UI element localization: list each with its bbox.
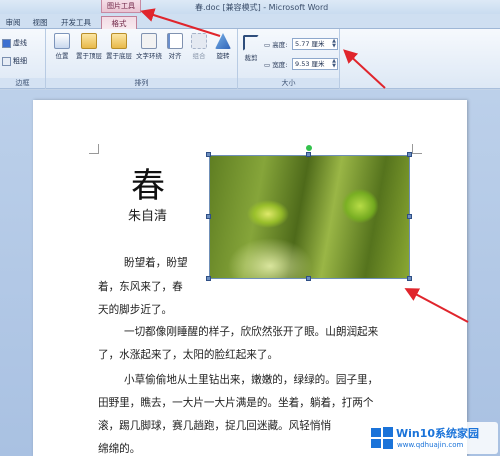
position-icon bbox=[54, 33, 70, 49]
margin-corner-mark bbox=[89, 144, 99, 154]
tab-format[interactable]: 格式 bbox=[101, 16, 137, 29]
resize-handle-nw[interactable] bbox=[206, 152, 211, 157]
picture-tools-label: 图片工具 bbox=[101, 0, 141, 13]
align-icon bbox=[167, 33, 183, 49]
watermark-brand: Win10系统家园 bbox=[396, 427, 480, 440]
position-button[interactable]: 位置 bbox=[50, 33, 74, 60]
selected-picture[interactable] bbox=[209, 155, 410, 279]
arrange-group: 位置 置于顶层 置于底层 文字环绕 对齐 组合 旋转 排列 bbox=[46, 29, 238, 89]
send-back-icon bbox=[111, 33, 127, 49]
bring-front-icon bbox=[81, 33, 97, 49]
ribbon-tabs: 审阅 视图 开发工具 格式 bbox=[0, 14, 500, 29]
resize-handle-e[interactable] bbox=[407, 214, 412, 219]
size-group: 裁剪 ▭ 高度: 5.77 厘米 ▲ ▼ ▭ 宽度: 9.53 厘米 ▲ ▼ 大小 bbox=[238, 29, 340, 89]
line-weight-icon bbox=[2, 56, 11, 66]
title-bar: 图片工具 春.doc [兼容模式] - Microsoft Word bbox=[0, 0, 500, 14]
tab-developer[interactable]: 开发工具 bbox=[56, 16, 96, 29]
send-to-back-button[interactable]: 置于底层 bbox=[104, 33, 134, 60]
ribbon: 虚线 粗细 边框 位置 置于顶层 置于底层 文字环绕 对齐 组合 旋转 排列 裁… bbox=[0, 29, 500, 89]
paragraph-line: 绵绵的。 bbox=[98, 443, 141, 455]
paragraph-line: 着，东风来了，春 bbox=[98, 281, 183, 293]
height-input[interactable]: 5.77 厘米 ▲ ▼ bbox=[292, 38, 338, 50]
rotate-handle[interactable] bbox=[306, 145, 312, 151]
resize-handle-w[interactable] bbox=[206, 214, 211, 219]
dash-button[interactable]: 虚线 bbox=[2, 37, 27, 49]
group-icon bbox=[191, 33, 207, 49]
paragraph-line: 一切都像刚睡醒的样子，欣欣然张开了眼。山朗润起来 bbox=[124, 326, 379, 338]
paragraph-line: 盼望着，盼望 bbox=[124, 257, 188, 269]
paragraph-line: 小草偷偷地从土里钻出来，嫩嫩的，绿绿的。园子里， bbox=[124, 374, 379, 386]
height-label: ▭ 高度: bbox=[264, 41, 288, 49]
width-label: ▭ 宽度: bbox=[264, 61, 288, 69]
bring-to-front-button[interactable]: 置于顶层 bbox=[74, 33, 104, 60]
windows-logo-icon bbox=[371, 427, 393, 449]
width-input[interactable]: 9.53 厘米 ▲ ▼ bbox=[292, 58, 338, 70]
window-title: 春.doc [兼容模式] - Microsoft Word bbox=[195, 3, 329, 12]
doc-title: 春 bbox=[131, 166, 165, 206]
paragraph-line: 田野里，瞧去，一大片一大片满是的。坐着，躺着，打两个 bbox=[98, 397, 374, 409]
text-wrap-icon bbox=[141, 33, 157, 49]
tab-view[interactable]: 视图 bbox=[28, 16, 52, 29]
paragraph-line: 滚，踢几脚球，赛几趟跑，捉几回迷藏。风轻悄悄 bbox=[98, 420, 332, 432]
size-group-label: 大小 bbox=[238, 78, 339, 88]
dash-icon bbox=[2, 38, 11, 48]
margin-corner-mark bbox=[412, 144, 422, 154]
resize-handle-s[interactable] bbox=[306, 276, 311, 281]
rotate-icon bbox=[215, 33, 231, 49]
group-button[interactable]: 组合 bbox=[188, 33, 210, 60]
watermark-url: www.qdhuajin.com bbox=[397, 441, 464, 449]
crop-button[interactable]: 裁剪 bbox=[240, 35, 262, 62]
arrange-group-label: 排列 bbox=[46, 78, 237, 88]
resize-handle-sw[interactable] bbox=[206, 276, 211, 281]
tab-review[interactable]: 审阅 bbox=[2, 16, 24, 29]
height-spin-arrows[interactable]: ▲ ▼ bbox=[332, 39, 336, 49]
doc-author: 朱自清 bbox=[128, 209, 168, 224]
site-watermark: Win10系统家园 www.qdhuajin.com bbox=[366, 422, 498, 454]
resize-handle-ne[interactable] bbox=[407, 152, 412, 157]
resize-handle-se[interactable] bbox=[407, 276, 412, 281]
resize-handle-n[interactable] bbox=[306, 152, 311, 157]
paragraph-line: 天的脚步近了。 bbox=[98, 304, 173, 316]
text-wrap-button[interactable]: 文字环绕 bbox=[134, 33, 164, 60]
rotate-button[interactable]: 旋转 bbox=[212, 33, 234, 60]
width-spin-arrows[interactable]: ▲ ▼ bbox=[332, 59, 336, 69]
align-button[interactable]: 对齐 bbox=[164, 33, 186, 60]
weight-button[interactable]: 粗细 bbox=[2, 55, 27, 67]
border-group-label: 边框 bbox=[0, 78, 45, 88]
crop-icon bbox=[243, 35, 259, 51]
paragraph-line: 了，水涨起来了，太阳的脸红起来了。 bbox=[98, 349, 279, 361]
border-group: 虚线 粗细 边框 bbox=[0, 29, 46, 89]
